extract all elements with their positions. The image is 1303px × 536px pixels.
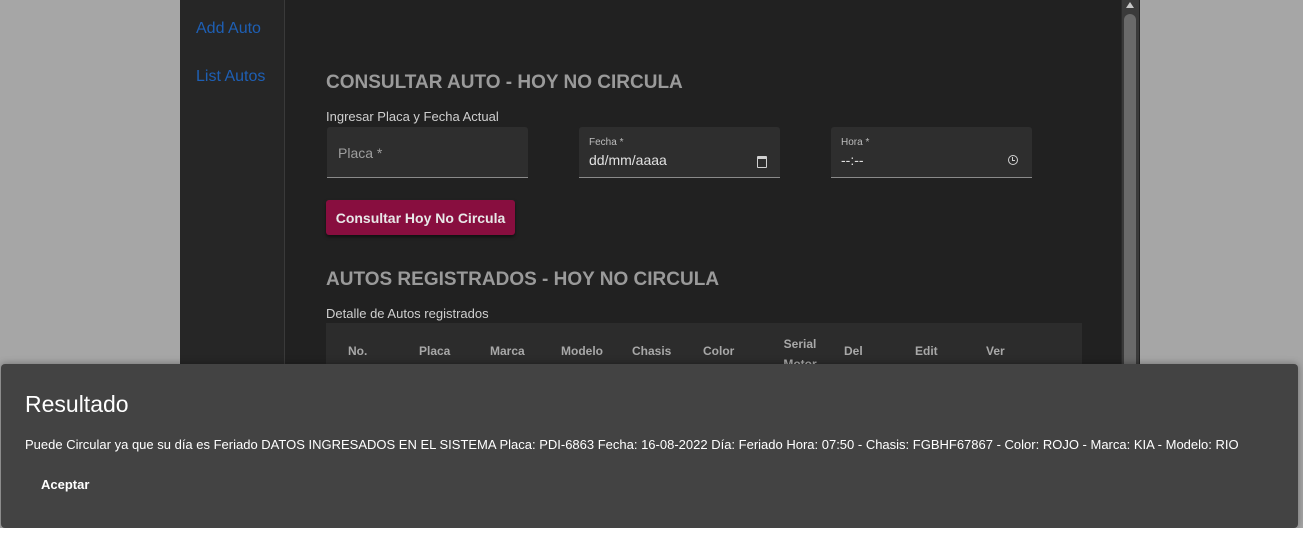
placa-input[interactable]: Placa * xyxy=(327,127,528,178)
scroll-up-arrow-icon[interactable] xyxy=(1126,2,1134,8)
consult-section-subtitle: Ingresar Placa y Fecha Actual xyxy=(326,109,499,124)
consultar-button[interactable]: Consultar Hoy No Circula xyxy=(326,200,515,235)
fecha-value: dd/mm/aaaa xyxy=(589,152,667,168)
placa-placeholder: Placa * xyxy=(338,145,383,161)
sidebar-item-add-auto[interactable]: Add Auto xyxy=(196,20,261,38)
clock-icon[interactable] xyxy=(1008,155,1018,165)
hora-time-input[interactable]: Hora * --:-- xyxy=(831,127,1032,178)
result-dialog: Resultado Puede Circular ya que su día e… xyxy=(1,364,1298,528)
fecha-date-input[interactable]: Fecha * dd/mm/aaaa xyxy=(579,127,780,178)
column-header-modelo: Modelo xyxy=(561,344,603,358)
column-header-del: Del xyxy=(844,344,863,358)
column-header-placa: Placa xyxy=(419,344,451,358)
calendar-icon[interactable] xyxy=(757,156,767,168)
column-header-no: No. xyxy=(348,344,368,358)
hora-value: --:-- xyxy=(841,152,864,168)
hora-label: Hora * xyxy=(841,137,870,148)
dialog-title: Resultado xyxy=(25,391,129,417)
page-bottom-edge xyxy=(0,528,1303,536)
registered-section-title: AUTOS REGISTRADOS - HOY NO CIRCULA xyxy=(326,269,720,290)
column-header-marca: Marca xyxy=(490,344,525,358)
accept-button[interactable]: Aceptar xyxy=(31,471,99,498)
registered-section-subtitle: Detalle de Autos registrados xyxy=(326,306,489,321)
dialog-message: Puede Circular ya que su día es Feriado … xyxy=(25,437,1239,452)
column-header-edit: Edit xyxy=(915,344,938,358)
column-header-color: Color xyxy=(703,344,735,358)
column-header-chasis: Chasis xyxy=(632,344,672,358)
consult-section-title: CONSULTAR AUTO - HOY NO CIRCULA xyxy=(326,72,683,93)
column-header-ver: Ver xyxy=(986,344,1005,358)
sidebar-item-list-autos[interactable]: List Autos xyxy=(196,68,265,86)
fecha-label: Fecha * xyxy=(589,137,624,148)
